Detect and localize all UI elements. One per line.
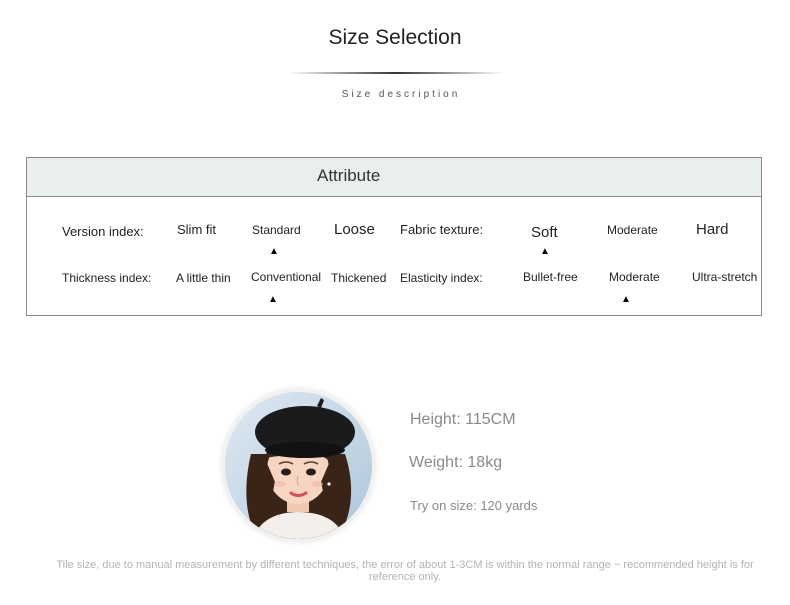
thickness-selected-marker: ▲ (268, 294, 278, 305)
model-photo (222, 389, 375, 542)
attribute-header-label: Attribute (317, 166, 381, 185)
version-index-label: Version index: (62, 224, 144, 239)
attribute-table-header: Attribute (27, 158, 761, 197)
page-title: Size Selection (328, 26, 462, 49)
elasticity-option-bullet-free: Bullet-free (523, 270, 578, 284)
version-selected-marker: ▲ (269, 246, 279, 257)
fabric-selected-marker: ▲ (540, 246, 550, 257)
version-option-standard: Standard (252, 223, 301, 237)
thickness-index-label: Thickness index: (62, 271, 152, 285)
child-in-beret-illustration (225, 392, 372, 539)
thickness-option-thin: A little thin (176, 271, 231, 285)
model-height: Height: 115CM (410, 411, 516, 428)
fabric-option-moderate: Moderate (607, 223, 658, 237)
thickness-option-conventional: Conventional (251, 270, 322, 284)
version-option-loose: Loose (334, 221, 375, 238)
elasticity-option-moderate: Moderate (609, 270, 660, 284)
elasticity-selected-marker: ▲ (621, 294, 631, 305)
page-subtitle: Size description (341, 89, 461, 100)
elasticity-index-label: Elasticity index: (400, 271, 483, 285)
fabric-option-soft: Soft (531, 224, 558, 241)
fabric-option-hard: Hard (696, 221, 729, 238)
thickness-option-thickened: Thickened (331, 271, 387, 285)
fabric-texture-label: Fabric texture: (400, 222, 484, 237)
model-weight: Weight: 18kg (409, 454, 503, 471)
title-divider (288, 72, 504, 74)
model-try-on-size: Try on size: 120 yards (410, 498, 538, 513)
measurement-note: Tile size, due to manual measurement by … (56, 559, 754, 583)
version-option-slim: Slim fit (177, 222, 216, 237)
elasticity-option-ultra-stretch: Ultra-stretch (692, 270, 758, 284)
